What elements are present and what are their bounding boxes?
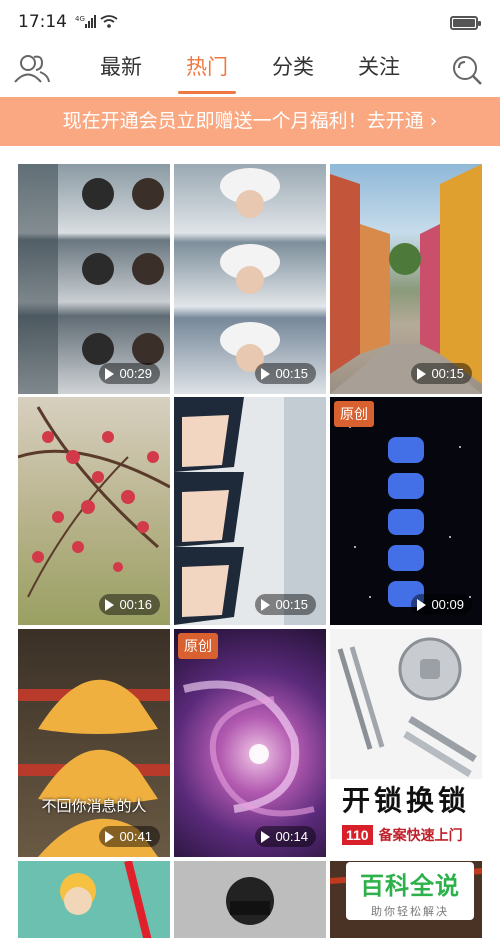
- duration-badge: 00:15: [255, 363, 316, 384]
- play-icon: [105, 367, 115, 380]
- video-tile[interactable]: 原创 00:09: [330, 397, 482, 625]
- tab-latest[interactable]: 最新: [92, 44, 150, 96]
- duration-badge: 00:16: [99, 594, 160, 615]
- tab-category[interactable]: 分类: [264, 44, 322, 96]
- duration-badge: 00:15: [255, 594, 316, 615]
- video-tile[interactable]: [18, 861, 170, 938]
- thumbnail-image: [220, 168, 280, 372]
- video-caption: 不回你消息的人: [41, 798, 147, 815]
- tab-hot[interactable]: 热门: [178, 44, 236, 96]
- tab-follow[interactable]: 关注: [350, 44, 408, 96]
- ad-subtitle: 备案快速上门: [378, 827, 463, 843]
- play-icon: [417, 367, 427, 380]
- search-icon[interactable]: [448, 50, 486, 90]
- video-tile[interactable]: 不回你消息的人 00:41: [18, 629, 170, 857]
- watermark-logo: 百科全说 助你轻松解决: [346, 862, 474, 920]
- duration-badge: 00:14: [255, 826, 316, 847]
- category-tabs: 最新 热门 分类 关注: [0, 44, 500, 96]
- play-icon: [261, 367, 271, 380]
- video-tile[interactable]: 00:29: [18, 164, 170, 394]
- thumbnail-image: [18, 861, 170, 938]
- signal-icon: 4G: [75, 14, 123, 30]
- vip-promo-banner[interactable]: 现在开通会员立即赠送一个月福利！去开通 ›: [0, 97, 500, 146]
- lock-keys-image: [330, 629, 482, 779]
- banner-text: 现在开通会员立即赠送一个月福利！去开通: [62, 110, 424, 132]
- status-time: 17:14: [18, 12, 67, 32]
- play-icon: [261, 830, 271, 843]
- play-icon: [105, 598, 115, 611]
- ad-tile[interactable]: 开锁换锁 110 备案快速上门: [330, 629, 482, 857]
- thumbnail-image: [174, 397, 326, 625]
- duration-badge: 00:29: [99, 363, 160, 384]
- thumbnail-image: [18, 679, 170, 857]
- original-badge: 原创: [334, 401, 374, 427]
- video-tile[interactable]: 00:15: [174, 164, 326, 394]
- chevron-right-icon: ›: [423, 110, 438, 132]
- thumbnail-image: [330, 164, 482, 394]
- video-tile[interactable]: 00:15: [330, 164, 482, 394]
- status-bar: 17:14 4G: [0, 0, 500, 44]
- video-tile[interactable]: 00:16: [18, 397, 170, 625]
- ad-phone-line: 110 备案快速上门: [342, 825, 463, 845]
- thumbnail-image: [18, 406, 170, 598]
- play-icon: [417, 598, 427, 611]
- ad-phone-badge: 110: [342, 825, 373, 845]
- ad-title: 开锁换锁: [341, 785, 470, 816]
- duration-badge: 00:09: [411, 594, 472, 615]
- video-tile[interactable]: 原创 00:14: [174, 629, 326, 857]
- duration-badge: 00:41: [99, 826, 160, 847]
- thumbnail-image: [18, 164, 164, 394]
- battery-icon: [450, 16, 481, 30]
- play-icon: [261, 598, 271, 611]
- video-tile[interactable]: 00:15: [174, 397, 326, 625]
- original-badge: 原创: [178, 633, 218, 659]
- video-tile[interactable]: [174, 861, 326, 938]
- play-icon: [105, 830, 115, 843]
- duration-badge: 00:15: [411, 363, 472, 384]
- thumbnail-image: [349, 426, 471, 607]
- thumbnail-image: [174, 861, 326, 938]
- svg-text:4G: 4G: [75, 15, 85, 23]
- thumbnail-image: [183, 680, 315, 817]
- top-nav: 最新 热门 分类 关注: [0, 44, 500, 96]
